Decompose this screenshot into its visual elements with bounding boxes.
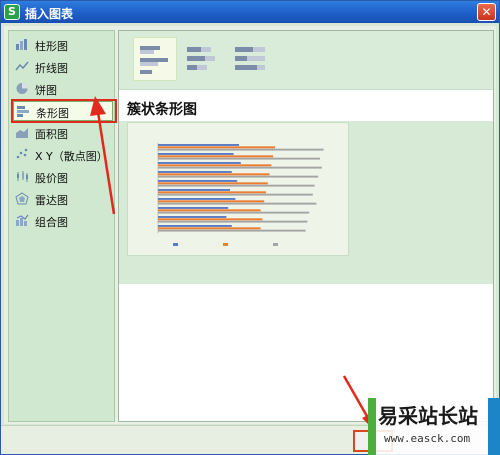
watermark-corner [488, 398, 500, 455]
annotation-arrows [90, 96, 376, 432]
watermark-title: 易采站长站 [378, 404, 478, 428]
watermark-url: www.easck.com [384, 432, 471, 445]
site-watermark: 易采站长站 www.easck.com [368, 398, 500, 455]
watermark-stripe [368, 398, 376, 455]
